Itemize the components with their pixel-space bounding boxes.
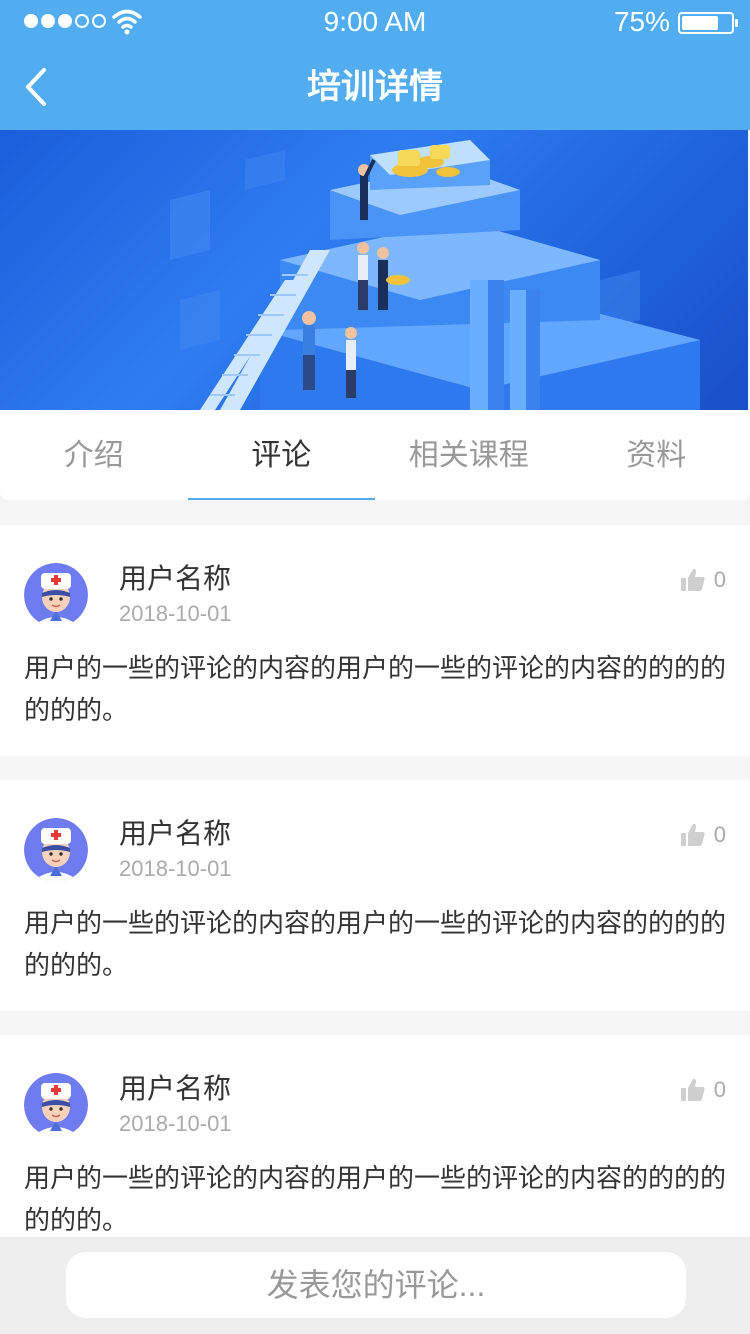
comment-date: 2018-10-01	[119, 601, 232, 626]
isometric-training-illustration	[170, 140, 700, 410]
comment-date: 2018-10-01	[119, 856, 232, 881]
comment-input-bar: 发表您的评论...	[0, 1237, 750, 1334]
comment-username: 用户名称	[119, 1073, 232, 1104]
comment-item: 用户名称 2018-10-01 0 用户的一些的评论的内容的用户的一些的评论的内…	[0, 1035, 750, 1266]
comment-input[interactable]: 发表您的评论...	[66, 1252, 686, 1318]
like-button[interactable]: 0	[680, 1077, 726, 1103]
battery-percent: 75%	[613, 6, 670, 37]
like-count: 0	[713, 567, 726, 592]
avatar	[24, 1073, 88, 1137]
avatar	[24, 563, 88, 627]
thumbs-up-icon	[680, 823, 705, 846]
banner-image	[0, 130, 748, 410]
header: 9:00 AM 75% 培训详情	[0, 0, 750, 130]
comment-username: 用户名称	[119, 563, 232, 594]
like-count: 0	[713, 1077, 726, 1102]
tab-bar: 介绍 评论 相关课程 资料	[0, 410, 750, 500]
thumbs-up-icon	[680, 568, 705, 591]
comment-content: 用户的一些的评论的内容的用户的一些的评论的内容的的的的的的的。	[24, 908, 727, 980]
like-count: 0	[713, 822, 726, 847]
comment-content: 用户的一些的评论的内容的用户的一些的评论的内容的的的的的的的。	[24, 653, 727, 725]
like-button[interactable]: 0	[680, 822, 726, 848]
comment-content: 用户的一些的评论的内容的用户的一些的评论的内容的的的的的的的。	[24, 1163, 727, 1235]
tab-materials[interactable]: 资料	[563, 410, 750, 500]
comment-username: 用户名称	[119, 818, 232, 849]
tab-related-courses[interactable]: 相关课程	[375, 410, 563, 500]
comment-item: 用户名称 2018-10-01 0 用户的一些的评论的内容的用户的一些的评论的内…	[0, 525, 750, 756]
battery-fill	[682, 16, 718, 30]
page-title: 培训详情	[307, 68, 443, 106]
tab-intro[interactable]: 介绍	[0, 410, 188, 500]
like-button[interactable]: 0	[680, 567, 726, 593]
comment-item: 用户名称 2018-10-01 0 用户的一些的评论的内容的用户的一些的评论的内…	[0, 780, 750, 1011]
comment-date: 2018-10-01	[119, 1111, 232, 1136]
battery-icon	[678, 12, 738, 34]
thumbs-up-icon	[680, 1078, 705, 1101]
avatar	[24, 818, 88, 882]
status-bar: 9:00 AM 75%	[0, 0, 750, 44]
tab-comments[interactable]: 评论	[187, 410, 376, 500]
nav-bar: 培训详情	[0, 44, 750, 130]
